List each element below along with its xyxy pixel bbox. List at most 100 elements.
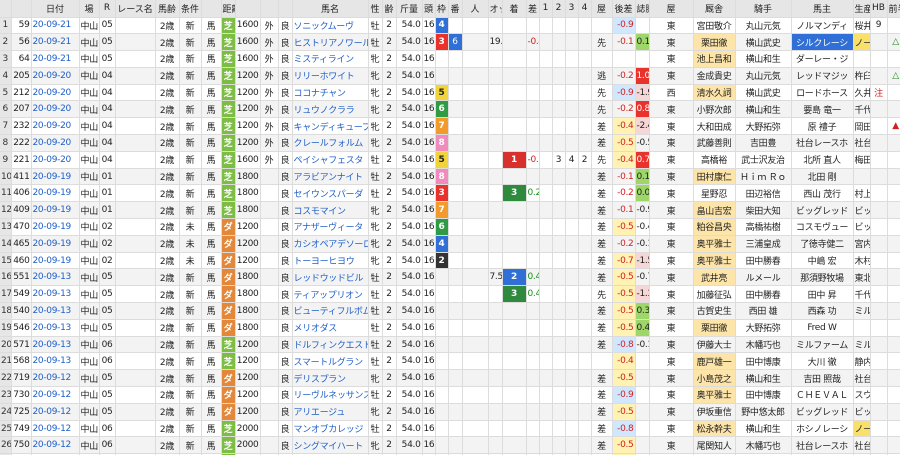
- column-header[interactable]: 枠: [435, 0, 449, 18]
- table-row[interactable]: 13 470 20-09-19 中山 02 2歳未馬ダ 1200 良アナザーヴィータ牝 2 54.…: [0, 218, 900, 236]
- table-row[interactable]: 25 749 20-09-12 中山 06 2歳新馬芝 2000 良マンオブカレッジ牡 2 54.…: [0, 420, 900, 438]
- column-header[interactable]: 場: [79, 0, 100, 18]
- speed-index: -0.1: [635, 336, 650, 354]
- corner-1: [539, 252, 553, 270]
- horse-name[interactable]: メリオダス: [292, 319, 369, 337]
- column-header[interactable]: 馬主: [791, 0, 854, 18]
- column-header[interactable]: 前半: [887, 0, 900, 18]
- sex: 牝: [368, 235, 383, 253]
- horse-name[interactable]: デリスプラン: [292, 369, 369, 388]
- horse-name[interactable]: リリーホワイト: [292, 67, 369, 85]
- table-row[interactable]: 8 222 20-09-20 中山 04 2歳新馬芝 1200 外良クレールフォルム牝 2 54.…: [0, 134, 900, 152]
- column-header[interactable]: 2: [552, 0, 566, 18]
- horse-id: 221: [11, 151, 32, 169]
- table-row[interactable]: 24 725 20-09-12 中山 05 2歳新馬ダ 1200 良アリエージュ牝 2 54.0 1…: [0, 403, 900, 421]
- table-row[interactable]: 6 207 20-09-20 中山 04 2歳新馬芝 1200 外良リュウノクララ牝 2 54.0…: [0, 100, 900, 119]
- horse-name[interactable]: ビューティフルボム: [292, 302, 369, 320]
- table-row[interactable]: 9 221 20-09-20 中山 04 2歳新馬芝 1600 外良ペイシャフェスタ牡 2 54.…: [0, 151, 900, 169]
- horse-name[interactable]: アナザーヴィータ: [292, 218, 369, 236]
- horse-name[interactable]: カシオペアデソーロ: [292, 235, 369, 253]
- column-header[interactable]: [260, 0, 279, 18]
- horse-name[interactable]: アラビアンナイト: [292, 168, 369, 186]
- horse-name[interactable]: コスモマイン: [292, 201, 369, 220]
- corner-3: 4: [565, 151, 579, 169]
- field-size: 16: [422, 17, 436, 35]
- column-header[interactable]: 馬名: [292, 0, 369, 18]
- column-header[interactable]: 着: [502, 0, 527, 18]
- column-header[interactable]: [11, 0, 32, 18]
- horse-name[interactable]: ミスティライン: [292, 50, 369, 68]
- column-header[interactable]: 厩舎: [693, 0, 736, 18]
- column-header[interactable]: 後差: [612, 0, 636, 18]
- column-header[interactable]: 1: [539, 0, 553, 18]
- horse-name[interactable]: ソニックムーヴ: [292, 17, 369, 35]
- running-style: 先: [591, 33, 613, 52]
- table-row[interactable]: 20 571 20-09-13 中山 06 2歳新馬芝 1200 良ドルフィンクエスト牡 2 54…: [0, 336, 900, 354]
- table-row[interactable]: 12 409 20-09-19 中山 01 2歳新馬芝 1800 良コスモマイン牝 2 54.0 1…: [0, 201, 900, 220]
- horse-name[interactable]: スマートルグラン: [292, 352, 369, 371]
- column-header[interactable]: 差: [526, 0, 540, 18]
- horse-name[interactable]: クレールフォルム: [292, 134, 369, 152]
- table-row[interactable]: 1 59 20-09-21 中山 05 2歳新馬芝 1600 外良ソニックムーヴ牡 2 54.0 1…: [0, 17, 900, 35]
- column-header[interactable]: 屋: [591, 0, 613, 18]
- column-header[interactable]: 3: [565, 0, 579, 18]
- table-row[interactable]: 11 406 20-09-19 中山 01 2歳新馬芝 1800 良セイウンスパーダ牡 2 54.…: [0, 184, 900, 203]
- column-header[interactable]: オッズ: [488, 0, 503, 18]
- horse-name[interactable]: ティアップリオン: [292, 285, 369, 304]
- column-header[interactable]: [278, 0, 293, 18]
- horse-name[interactable]: ヒストリアノワール: [292, 33, 369, 52]
- horse-name[interactable]: トーヨーヒヨウ: [292, 252, 369, 270]
- column-header[interactable]: 距離: [221, 0, 236, 18]
- table-row[interactable]: 16 551 20-09-13 中山 05 2歳新馬ダ 1800 良レッドウッドビル牡 2 54.…: [0, 268, 900, 287]
- column-header[interactable]: [235, 0, 261, 18]
- horse-name[interactable]: マンオブカレッジ: [292, 420, 369, 438]
- horse-name[interactable]: レッドウッドビル: [292, 268, 369, 287]
- table-row[interactable]: 15 460 20-09-19 中山 02 2歳未馬ダ 1200 良トーヨーヒヨウ牝 2 54.0…: [0, 252, 900, 270]
- column-header[interactable]: 騎手: [735, 0, 792, 18]
- horse-name[interactable]: リュウノクララ: [292, 100, 369, 119]
- column-header[interactable]: レース名: [115, 0, 156, 18]
- condition: 新: [179, 134, 202, 152]
- horse-name[interactable]: ドルフィンクエスト: [292, 336, 369, 354]
- breeder: 千代田牧場: [853, 100, 871, 119]
- column-header[interactable]: [201, 0, 222, 18]
- table-row[interactable]: 7 232 20-09-20 中山 04 2歳新馬芝 1200 外良キャンディキューブ牝 2 54…: [0, 117, 900, 136]
- column-header[interactable]: 馬齢: [155, 0, 180, 18]
- table-row[interactable]: 17 549 20-09-13 中山 05 2歳新馬ダ 1800 良ティアップリオン牡 2 54.…: [0, 285, 900, 304]
- table-row[interactable]: 10 411 20-09-19 中山 01 2歳新馬芝 1800 良アラビアンナイト牡 2 54.…: [0, 168, 900, 186]
- column-header[interactable]: [0, 0, 12, 18]
- column-header[interactable]: 頭: [422, 0, 436, 18]
- column-header[interactable]: 人: [462, 0, 489, 18]
- horse-name[interactable]: ココナチャン: [292, 84, 369, 102]
- column-header[interactable]: 生産: [853, 0, 871, 18]
- column-header[interactable]: 番: [448, 0, 463, 18]
- column-header[interactable]: HB: [870, 0, 888, 18]
- column-header[interactable]: 誌脚: [635, 0, 650, 18]
- table-row[interactable]: 21 568 20-09-13 中山 06 2歳新馬芝 1200 良スマートルグラン牡 2 54.…: [0, 352, 900, 371]
- column-header[interactable]: 斤量: [396, 0, 423, 18]
- column-header[interactable]: 条件: [179, 0, 202, 18]
- late-diff: -0.2: [612, 184, 636, 203]
- horse-name[interactable]: シングマイハート: [292, 436, 369, 455]
- column-header[interactable]: 日付: [31, 0, 80, 18]
- table-row[interactable]: 2 56 20-09-21 中山 05 2歳新馬芝 1600 外良ヒストリアノワール牡 2 54.…: [0, 33, 900, 52]
- table-row[interactable]: 3 64 20-09-21 中山 05 2歳新馬芝 1600 外良ミスティライン牝 2 54.0 1…: [0, 50, 900, 68]
- column-header[interactable]: 4: [578, 0, 592, 18]
- table-row[interactable]: 18 540 20-09-13 中山 05 2歳新馬ダ 1800 良ビューティフルボム牡 2 54…: [0, 302, 900, 320]
- column-header[interactable]: R: [99, 0, 116, 18]
- table-row[interactable]: 5 212 20-09-20 中山 04 2歳新馬芝 1200 外良ココナチャン牝 2 54.0 1…: [0, 84, 900, 102]
- column-header[interactable]: 齢: [382, 0, 397, 18]
- horse-name[interactable]: リーヴルネッサンス: [292, 386, 369, 404]
- table-row[interactable]: 14 465 20-09-19 中山 02 2歳未馬ダ 1200 良カシオペアデソーロ牝 2 54…: [0, 235, 900, 253]
- horse-name[interactable]: セイウンスパーダ: [292, 184, 369, 203]
- table-row[interactable]: 4 205 20-09-20 中山 04 2歳新馬芝 1200 外良リリーホワイト牝 2 54.0…: [0, 67, 900, 85]
- horse-name[interactable]: アリエージュ: [292, 403, 369, 421]
- horse-name[interactable]: ペイシャフェスタ: [292, 151, 369, 169]
- table-row[interactable]: 19 546 20-09-13 中山 05 2歳新馬ダ 1800 良メリオダス牡 2 54.0 16…: [0, 319, 900, 337]
- column-header[interactable]: 性: [368, 0, 383, 18]
- column-header[interactable]: 屋: [649, 0, 694, 18]
- table-row[interactable]: 26 750 20-09-12 中山 06 2歳新馬芝 2000 良シングマイハート牝 2 54.…: [0, 436, 900, 455]
- table-row[interactable]: 22 719 20-09-12 中山 05 2歳新馬ダ 1200 良デリスプラン牝 2 54.0 1…: [0, 369, 900, 388]
- horse-name[interactable]: キャンディキューブ: [292, 117, 369, 136]
- table-row[interactable]: 23 730 20-09-12 中山 05 2歳新馬ダ 1200 良リーヴルネッサンス牡 2 54…: [0, 386, 900, 404]
